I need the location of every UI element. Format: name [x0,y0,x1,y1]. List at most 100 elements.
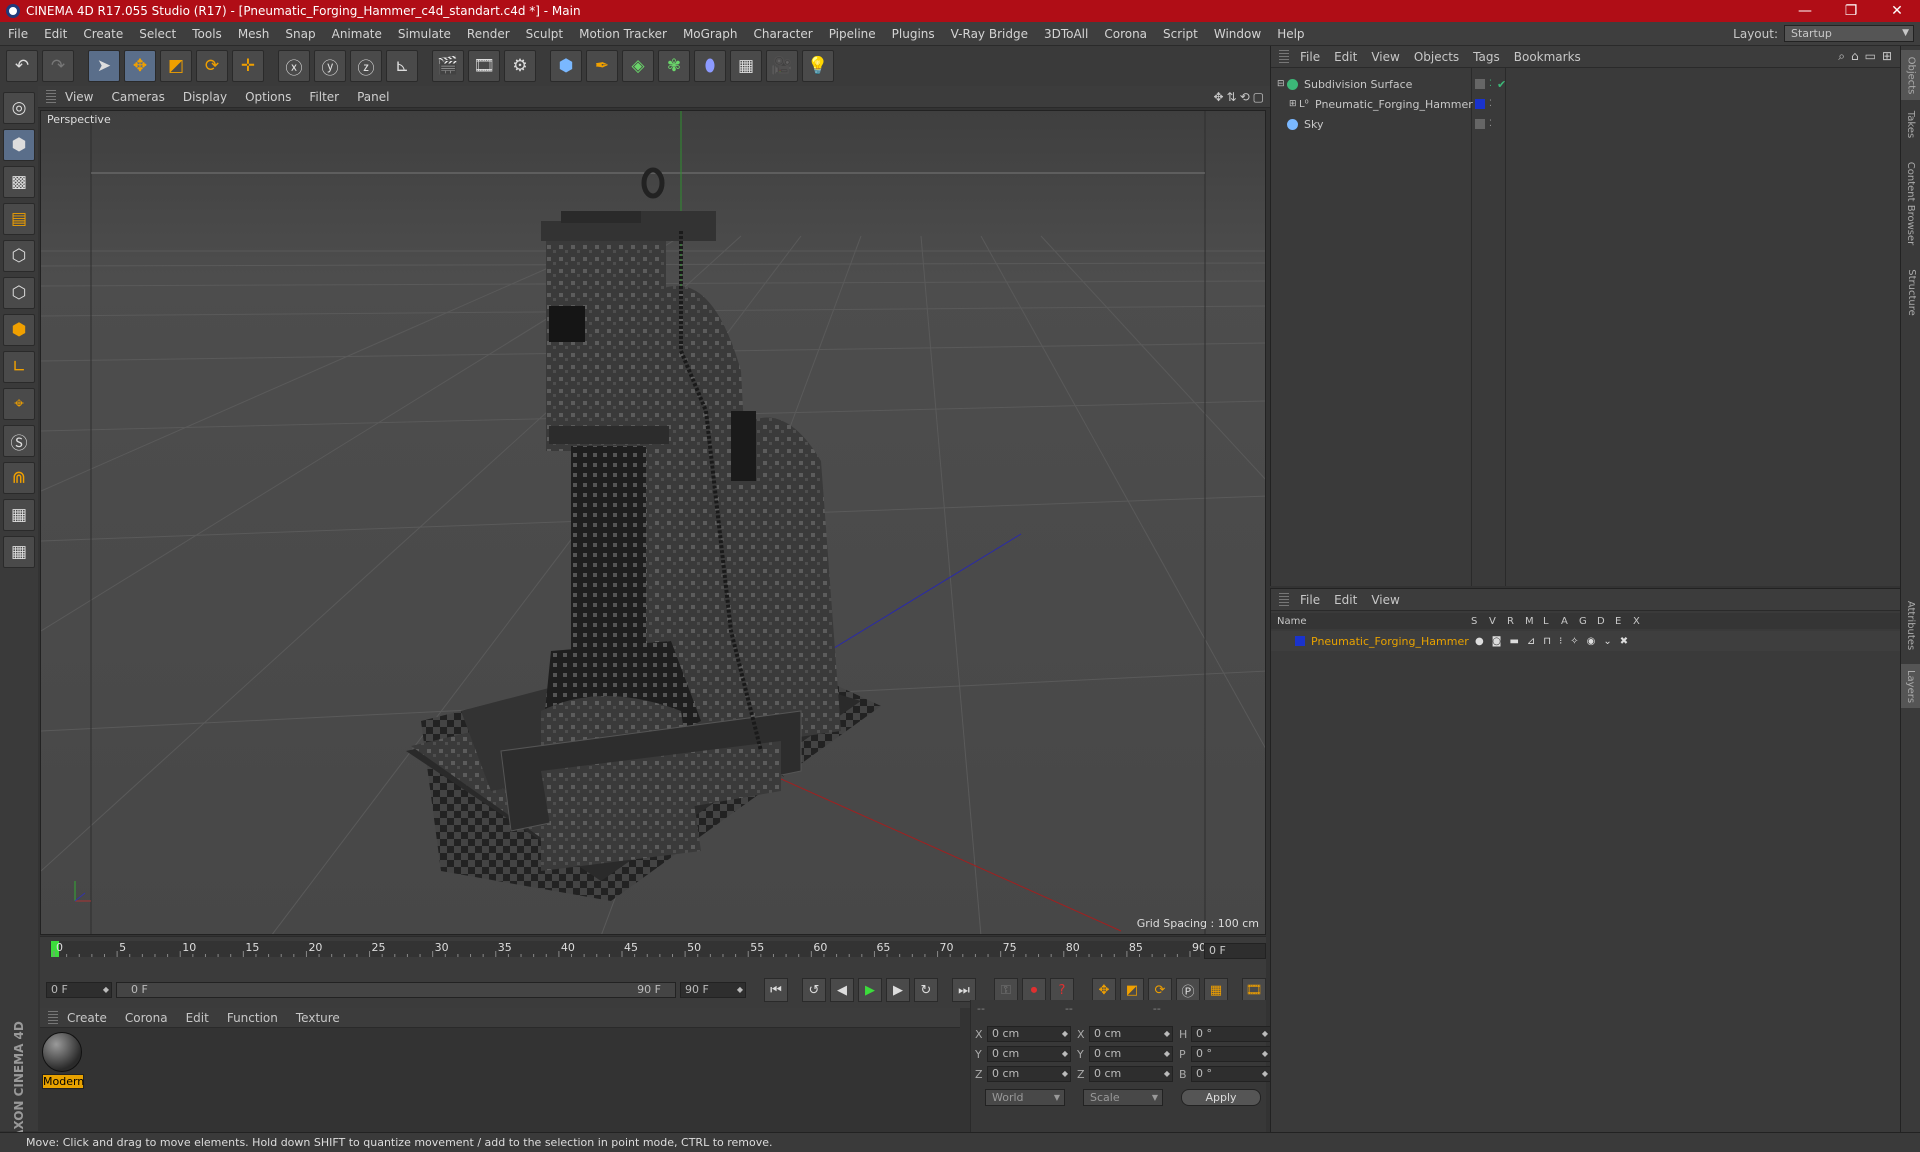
column-expressions[interactable]: E [1615,616,1633,627]
visibility-dots-icon[interactable]: ⁚ [1489,99,1492,109]
edges-mode-button[interactable]: ⬡ [3,277,35,309]
viewport-menu-view[interactable]: View [56,90,102,104]
apply-button[interactable]: Apply [1181,1089,1261,1106]
undo-button[interactable]: ↶ [6,50,38,82]
tab-takes[interactable]: Takes [1901,104,1920,144]
rotate-tool-button[interactable]: ⟳ [196,50,228,82]
menu-character[interactable]: Character [745,27,820,41]
search-icon[interactable]: ⌕ [1838,49,1845,64]
material-menu-create[interactable]: Create [58,1011,116,1025]
end-frame-field[interactable]: 90 F ◆ [680,982,746,998]
visibility-dots-icon[interactable]: ⁚ [1489,119,1492,129]
expand-icon[interactable]: ⊞ [1882,49,1892,64]
tab-attributes[interactable]: Attributes [1901,590,1920,660]
new-view-icon[interactable]: ▭ [1865,49,1876,64]
menu-mesh[interactable]: Mesh [230,27,278,41]
layer-color-swatch[interactable] [1295,636,1305,646]
position-x-field[interactable]: 0 cm ◆ [987,1026,1071,1042]
maximize-view-icon[interactable]: ▢ [1253,90,1264,104]
make-editable-button[interactable]: ◎ [3,92,35,124]
key-scale-button[interactable]: ◩ [1120,978,1144,1002]
orbit-icon[interactable]: ⟲ [1240,90,1250,104]
add-cube-button[interactable]: ⬢ [550,50,582,82]
frame-range-slider[interactable]: 0 F 90 F [116,982,676,998]
tab-objects[interactable]: Objects [1901,50,1920,100]
panel-grip-icon[interactable] [1279,49,1289,64]
layer-row-pneumatic-forging-hammer[interactable]: Pneumatic_Forging_Hammer ● ◙ ▬ ⊿ ⊓ ⁝ ✧ ◉… [1271,631,1901,651]
texture-mode-button[interactable]: ▩ [3,166,35,198]
z-axis-lock-button[interactable]: ⓩ [350,50,382,82]
pan-icon[interactable]: ✥ [1213,90,1223,104]
key-position-button[interactable]: ✥ [1092,978,1116,1002]
material-menu-edit[interactable]: Edit [177,1011,218,1025]
position-y-field[interactable]: 0 cm ◆ [987,1046,1071,1062]
panel-grip-icon[interactable] [1279,592,1289,607]
column-render[interactable]: R [1507,616,1525,627]
rotation-h-field[interactable]: 0 ° ◆ [1191,1026,1271,1042]
start-frame-field[interactable]: 0 F ◆ [46,982,112,998]
minimize-button[interactable]: — [1782,0,1828,22]
key-pla-button[interactable]: ▦ [1204,978,1228,1002]
menu-sculpt[interactable]: Sculpt [518,27,571,41]
column-name[interactable]: Name [1271,616,1471,627]
material-swatch[interactable]: Modern [42,1032,84,1090]
menu-motion-tracker[interactable]: Motion Tracker [571,27,675,41]
object-row-pneumatic-forging-hammer[interactable]: ⊞ L⁰ Pneumatic_Forging_Hammer ⁚ [1271,94,1901,114]
rotation-b-field[interactable]: 0 ° ◆ [1191,1066,1271,1082]
eye-icon[interactable]: ◙ [1492,636,1502,647]
column-xref[interactable]: X [1633,616,1651,627]
magnet-button[interactable]: ⋒ [3,462,35,494]
record-button[interactable]: ⏺ [1022,978,1046,1002]
x-axis-lock-button[interactable]: ⓧ [278,50,310,82]
next-frame-button[interactable]: ▶ [886,978,910,1002]
lock-icon[interactable]: ⊓ [1543,636,1551,647]
objects-menu-tags[interactable]: Tags [1466,50,1507,64]
menu-simulate[interactable]: Simulate [390,27,459,41]
tab-structure[interactable]: Structure [1901,262,1920,322]
scale-tool-button[interactable]: ◩ [160,50,192,82]
key-rotation-button[interactable]: ⟳ [1148,978,1172,1002]
workplane-align-button[interactable]: ▦ [3,536,35,568]
size-x-field[interactable]: 0 cm ◆ [1089,1026,1173,1042]
layout-dropdown[interactable]: Startup ▼ [1784,25,1914,42]
workplane-mode-button[interactable]: ▤ [3,203,35,235]
add-spline-button[interactable]: ✒ [586,50,618,82]
render-picture-viewer-button[interactable]: 🎞 [468,50,500,82]
position-z-field[interactable]: 0 cm ◆ [987,1066,1071,1082]
render-view-button[interactable]: 🎬 [432,50,464,82]
material-menu-texture[interactable]: Texture [287,1011,349,1025]
layer-swatch[interactable] [1475,79,1485,89]
next-keyframe-button[interactable]: ↻ [914,978,938,1002]
layers-menu-edit[interactable]: Edit [1327,593,1364,607]
points-mode-button[interactable]: ⬡ [3,240,35,272]
add-deformer-button[interactable]: ⬮ [694,50,726,82]
maximize-button[interactable]: ❐ [1828,0,1874,22]
layer-swatch[interactable] [1475,99,1485,109]
rotation-p-field[interactable]: 0 ° ◆ [1191,1046,1271,1062]
render-settings-button[interactable]: ⚙ [504,50,536,82]
transform-tool-button[interactable]: ✛ [232,50,264,82]
menu-mograph[interactable]: MoGraph [675,27,746,41]
column-manager[interactable]: M [1525,616,1543,627]
layer-toggles[interactable]: ● ◙ ▬ ⊿ ⊓ ⁝ ✧ ◉ ⌄ ✖ [1475,636,1628,647]
close-button[interactable]: ✕ [1874,0,1920,22]
column-locked[interactable]: L [1543,616,1561,627]
size-y-field[interactable]: 0 cm ◆ [1089,1046,1173,1062]
manager-icon[interactable]: ⊿ [1527,636,1535,647]
add-floor-button[interactable]: ▦ [730,50,762,82]
add-subdivision-button[interactable]: ◈ [622,50,654,82]
viewport-menu-panel[interactable]: Panel [348,90,398,104]
layers-menu-view[interactable]: View [1364,593,1406,607]
menu-vray-bridge[interactable]: V-Ray Bridge [943,27,1036,41]
objects-menu-file[interactable]: File [1293,50,1327,64]
object-row-subdivision-surface[interactable]: ⊟ Subdivision Surface ⁚ ✔ [1271,74,1901,94]
menu-help[interactable]: Help [1269,27,1312,41]
objects-menu-bookmarks[interactable]: Bookmarks [1507,50,1588,64]
column-animation[interactable]: A [1561,616,1579,627]
home-icon[interactable]: ⌂ [1851,49,1859,64]
size-z-field[interactable]: 0 cm ◆ [1089,1066,1173,1082]
coordinate-system-button[interactable]: ⊾ [386,50,418,82]
objects-menu-objects[interactable]: Objects [1407,50,1466,64]
add-light-button[interactable]: 💡 [802,50,834,82]
layer-swatch[interactable] [1475,119,1485,129]
